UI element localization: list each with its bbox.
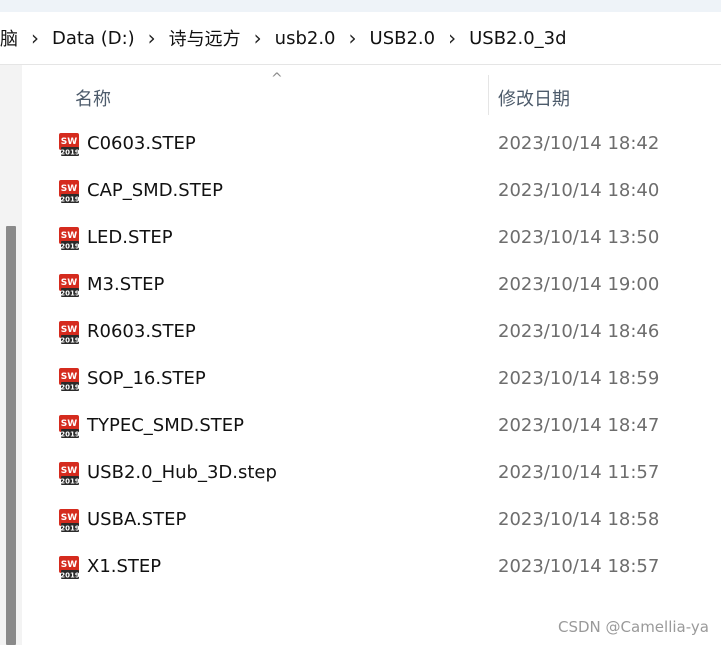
breadcrumb-item[interactable]: Data (D:) [52,28,135,49]
solidworks-file-icon: SW 2019 [57,555,82,580]
breadcrumb-item[interactable]: USB2.0 [370,28,436,49]
svg-text:2019: 2019 [60,196,80,204]
svg-text:2019: 2019 [60,572,80,580]
file-modified-date: 2023/10/14 18:46 [498,321,660,342]
file-name[interactable]: TYPEC_SMD.STEP [87,415,244,436]
file-row[interactable]: SW 2019 X1.STEP 2023/10/14 18:57 [22,544,721,591]
svg-text:2019: 2019 [60,384,80,392]
file-modified-date: 2023/10/14 18:42 [498,133,660,154]
solidworks-file-icon: SW 2019 [57,179,82,204]
svg-text:SW: SW [61,560,77,570]
solidworks-file-icon: SW 2019 [57,508,82,533]
file-name[interactable]: M3.STEP [87,274,164,295]
svg-text:SW: SW [61,137,77,147]
file-name[interactable]: CAP_SMD.STEP [87,180,223,201]
solidworks-file-icon: SW 2019 [57,367,82,392]
file-modified-date: 2023/10/14 18:57 [498,556,660,577]
file-name[interactable]: R0603.STEP [87,321,196,342]
svg-text:2019: 2019 [60,149,80,157]
file-row[interactable]: SW 2019 SOP_16.STEP 2023/10/14 18:59 [22,356,721,403]
chevron-right-icon[interactable]: › [448,28,456,48]
svg-text:SW: SW [61,231,77,241]
svg-text:SW: SW [61,372,77,382]
breadcrumb-item[interactable]: 诗与远方 [169,25,241,51]
column-divider[interactable] [488,75,489,115]
title-bar-strip [0,0,721,12]
breadcrumb-item[interactable]: USB2.0_3d [469,28,566,49]
breadcrumb-item[interactable]: usb2.0 [275,28,336,49]
file-row[interactable]: SW 2019 C0603.STEP 2023/10/14 18:42 [22,121,721,168]
svg-text:2019: 2019 [60,525,80,533]
file-modified-date: 2023/10/14 18:40 [498,180,660,201]
file-modified-date: 2023/10/14 18:47 [498,415,660,436]
file-row[interactable]: SW 2019 M3.STEP 2023/10/14 19:00 [22,262,721,309]
svg-text:2019: 2019 [60,290,80,298]
file-name[interactable]: USBA.STEP [87,509,186,530]
column-header [22,65,721,125]
svg-text:SW: SW [61,419,77,429]
svg-text:SW: SW [61,325,77,335]
solidworks-file-icon: SW 2019 [57,273,82,298]
navigation-scrollbar[interactable] [6,226,16,645]
breadcrumb[interactable]: 脑 › Data (D:) › 诗与远方 › usb2.0 › USB2.0 › USB2.0_3d [0,12,721,65]
chevron-right-icon[interactable]: › [349,28,357,48]
watermark: CSDN @Camellia-ya [558,618,709,636]
file-row[interactable]: SW 2019 TYPEC_SMD.STEP 2023/10/14 18:47 [22,403,721,450]
svg-text:2019: 2019 [60,431,80,439]
file-row[interactable]: SW 2019 USBA.STEP 2023/10/14 18:58 [22,497,721,544]
file-row[interactable]: SW 2019 R0603.STEP 2023/10/14 18:46 [22,309,721,356]
name-column-header[interactable]: 名称 [75,85,111,111]
svg-text:SW: SW [61,513,77,523]
file-modified-date: 2023/10/14 18:59 [498,368,660,389]
svg-text:SW: SW [61,184,77,194]
file-modified-date: 2023/10/14 18:58 [498,509,660,530]
svg-text:SW: SW [61,466,77,476]
solidworks-file-icon: SW 2019 [57,320,82,345]
chevron-right-icon[interactable]: › [148,28,156,48]
file-name[interactable]: C0603.STEP [87,133,196,154]
file-row[interactable]: SW 2019 USB2.0_Hub_3D.step 2023/10/14 11:57 [22,450,721,497]
file-name[interactable]: USB2.0_Hub_3D.step [87,462,277,483]
chevron-right-icon[interactable]: › [254,28,262,48]
file-modified-date: 2023/10/14 19:00 [498,274,660,295]
solidworks-file-icon: SW 2019 [57,461,82,486]
solidworks-file-icon: SW 2019 [57,226,82,251]
file-row[interactable]: SW 2019 CAP_SMD.STEP 2023/10/14 18:40 [22,168,721,215]
breadcrumb-item[interactable]: 脑 [0,25,18,51]
file-name[interactable]: LED.STEP [87,227,173,248]
svg-text:2019: 2019 [60,337,80,345]
svg-text:2019: 2019 [60,478,80,486]
svg-text:SW: SW [61,278,77,288]
file-row[interactable]: SW 2019 LED.STEP 2023/10/14 13:50 [22,215,721,262]
date-modified-column-header[interactable]: 修改日期 [498,85,570,111]
file-name[interactable]: X1.STEP [87,556,161,577]
svg-text:2019: 2019 [60,243,80,251]
file-modified-date: 2023/10/14 11:57 [498,462,660,483]
sort-ascending-icon: ^ [271,71,283,87]
solidworks-file-icon: SW 2019 [57,132,82,157]
chevron-right-icon[interactable]: › [31,28,39,48]
file-name[interactable]: SOP_16.STEP [87,368,206,389]
file-modified-date: 2023/10/14 13:50 [498,227,660,248]
solidworks-file-icon: SW 2019 [57,414,82,439]
